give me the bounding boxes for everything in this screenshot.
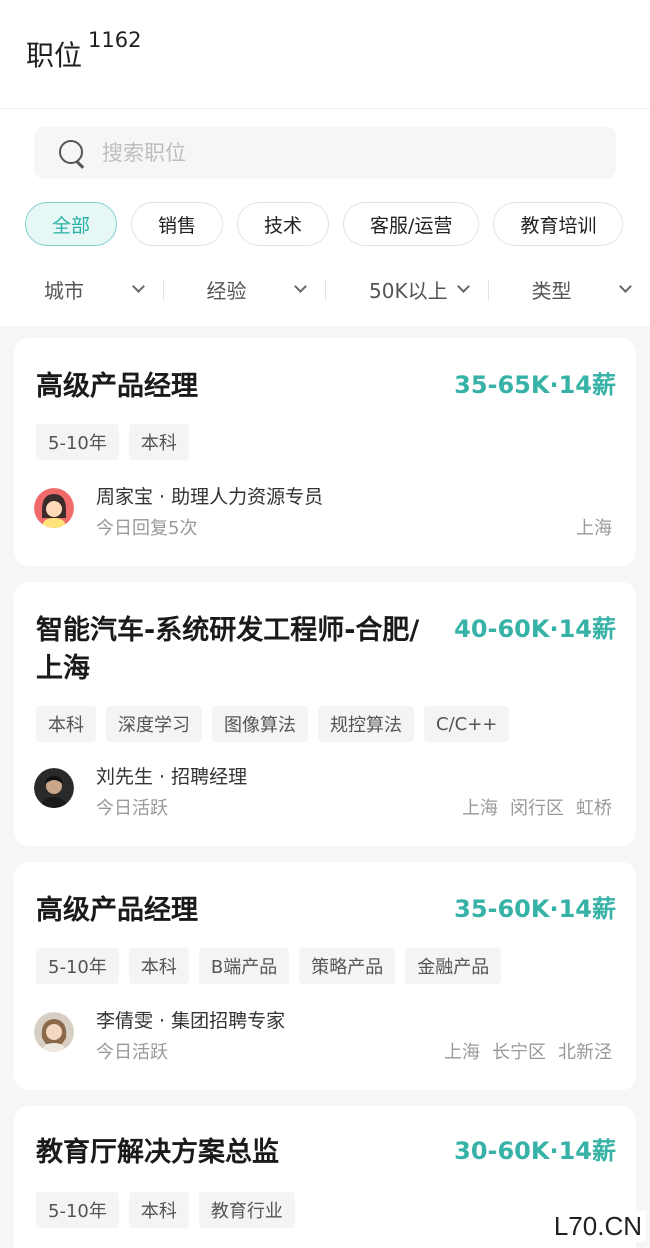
job-salary: 35-65K·14薪 (454, 371, 616, 399)
job-location: 上海 (576, 514, 612, 540)
search-bar[interactable] (34, 127, 616, 179)
job-tag: C/C++ (424, 706, 510, 742)
job-title: 教育厅解决方案总监 (36, 1137, 279, 1168)
watermark: L70.CN (549, 1211, 646, 1242)
category-chips: 全部 销售 技术 客服/运营 教育培训 (25, 202, 625, 248)
job-tag: 图像算法 (212, 706, 308, 742)
job-tags: 5-10年 本科 (36, 424, 189, 460)
job-salary: 40-60K·14薪 (454, 615, 616, 643)
job-card[interactable]: 智能汽车-系统研发工程师-合肥/上海 40-60K·14薪 本科 深度学习 图像… (14, 582, 636, 846)
filter-city-label: 城市 (44, 278, 84, 303)
location-city: 上海 (576, 518, 612, 539)
job-tag: 金融产品 (405, 948, 502, 984)
recruiter-name: 李倩雯 · 集团招聘专家 (96, 1010, 286, 1032)
filter-experience-label: 经验 (206, 278, 247, 303)
filter-city[interactable]: 城市 (0, 268, 163, 310)
recruiter-name: 周家宝 · 助理人力资源专员 (96, 486, 324, 508)
location-district: 长宁区 (492, 1042, 546, 1063)
divider (0, 108, 650, 109)
avatar (34, 768, 74, 808)
chevron-down-icon (131, 280, 145, 293)
job-tag: 本科 (128, 1192, 189, 1228)
page-title: 职位 1162 (26, 28, 141, 74)
job-card[interactable]: 教育厅解决方案总监 30-60K·14薪 5-10年 本科 教育行业 (14, 1106, 636, 1248)
chip-all[interactable]: 全部 (25, 202, 118, 246)
search-icon (58, 139, 86, 167)
job-tag: 5-10年 (36, 1192, 119, 1228)
job-salary: 35-60K·14薪 (454, 895, 616, 923)
job-tag: 本科 (36, 706, 96, 742)
chip-tech[interactable]: 技术 (237, 202, 330, 246)
avatar (34, 1012, 74, 1052)
chip-service-ops[interactable]: 客服/运营 (343, 202, 480, 246)
recruiter-activity: 今日活跃 (96, 798, 168, 819)
job-card[interactable]: 高级产品经理 35-60K·14薪 5-10年 本科 B端产品 策略产品 金融产… (14, 862, 636, 1090)
filter-experience[interactable]: 经验 (162, 268, 326, 310)
job-tag: 5-10年 (36, 948, 119, 984)
location-city: 上海 (444, 1042, 480, 1063)
recruiter-activity: 今日活跃 (96, 1042, 168, 1063)
job-count: 1162 (88, 28, 142, 52)
page-title-text: 职位 (26, 39, 83, 72)
filter-salary[interactable]: 50K以上 (325, 268, 488, 310)
job-tag: 本科 (128, 948, 189, 984)
job-tags: 5-10年 本科 教育行业 (36, 1192, 295, 1228)
location-district: 闵行区 (510, 798, 564, 819)
job-title: 高级产品经理 (36, 371, 198, 402)
chevron-down-icon (456, 280, 470, 293)
job-tags: 5-10年 本科 B端产品 策略产品 金融产品 (36, 948, 502, 984)
recruiter-activity: 今日回复5次 (96, 518, 198, 539)
job-tag: 规控算法 (318, 706, 414, 742)
location-area: 北新泾 (558, 1042, 612, 1063)
filter-salary-label: 50K以上 (369, 278, 448, 303)
job-tags: 本科 深度学习 图像算法 规控算法 C/C++ (36, 706, 510, 742)
chevron-down-icon (294, 280, 307, 293)
job-tag: 教育行业 (198, 1192, 295, 1228)
job-tag: 深度学习 (106, 706, 202, 742)
location-area: 虹桥 (576, 798, 612, 819)
job-tag: 5-10年 (36, 424, 119, 460)
filter-bar: 城市 经验 50K以上 类型 (0, 268, 650, 310)
filter-type-label: 类型 (531, 278, 572, 303)
recruiter-name: 刘先生 · 招聘经理 (96, 766, 248, 788)
chevron-down-icon (619, 280, 632, 293)
job-title: 智能汽车-系统研发工程师-合肥/上海 (36, 615, 420, 684)
job-title: 高级产品经理 (36, 895, 198, 926)
header-panel: 职位 1162 全部 销售 技术 客服/运营 教育培训 城市 经验 50K以上 … (0, 0, 650, 326)
job-tag: 策略产品 (299, 948, 396, 984)
avatar (34, 488, 74, 528)
filter-type[interactable]: 类型 (487, 268, 650, 310)
job-card[interactable]: 高级产品经理 35-65K·14薪 5-10年 本科 周家宝 · 助理人力资源专… (14, 338, 636, 566)
job-tag: B端产品 (198, 948, 290, 984)
job-tag: 本科 (128, 424, 189, 460)
search-input[interactable] (102, 141, 562, 165)
location-city: 上海 (462, 798, 498, 819)
chip-sales[interactable]: 销售 (131, 202, 224, 246)
job-location: 上海 闵行区 虹桥 (462, 794, 612, 820)
job-salary: 30-60K·14薪 (454, 1137, 616, 1165)
job-location: 上海 长宁区 北新泾 (444, 1038, 612, 1064)
chip-education[interactable]: 教育培训 (493, 202, 624, 246)
